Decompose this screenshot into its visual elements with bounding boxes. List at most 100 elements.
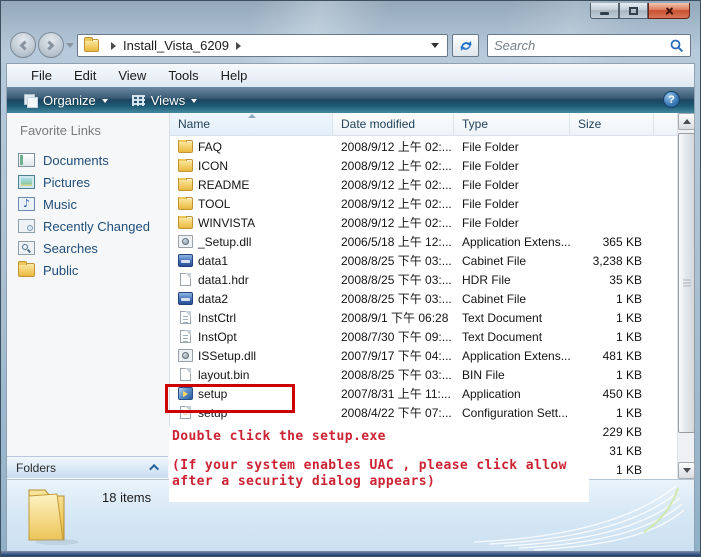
table-row[interactable]: README2008/9/12 上午 02:...File Folder xyxy=(170,175,677,194)
table-row[interactable]: _Setup.dll2006/5/18 上午 12:...Application… xyxy=(170,232,677,251)
scroll-up-button[interactable] xyxy=(678,113,695,130)
instruction-line: Double click the setup.exe xyxy=(172,429,589,445)
scroll-down-button[interactable] xyxy=(678,462,695,479)
type-cell: File Folder xyxy=(454,178,570,192)
file-name-cell: data1.hdr xyxy=(170,273,333,287)
chevron-down-icon xyxy=(102,99,108,103)
recently-changed-icon xyxy=(18,219,35,233)
date-modified-cell: 2007/9/17 下午 04:... xyxy=(333,347,454,364)
organize-button[interactable]: Organize xyxy=(15,90,117,111)
breadcrumb-arrow-icon[interactable] xyxy=(236,42,241,50)
instruction-line: (If your system enables UAC , please cli… xyxy=(172,458,589,474)
column-label: Date modified xyxy=(341,117,415,131)
address-dropdown-icon[interactable] xyxy=(431,43,439,48)
content-area: Favorite Links DocumentsPictures♪MusicRe… xyxy=(6,113,695,479)
type-cell: Cabinet File xyxy=(454,292,570,306)
address-bar[interactable]: Install_Vista_6209 xyxy=(77,34,448,57)
documents-icon xyxy=(18,153,35,167)
views-button[interactable]: Views xyxy=(123,90,206,111)
table-row[interactable]: InstCtrl2008/9/1 下午 06:28Text Document1 … xyxy=(170,308,677,327)
folders-bar[interactable]: Folders xyxy=(7,456,168,478)
sidebar-items: Documents Pictures♪MusicRecently ChangedS… xyxy=(7,149,169,281)
table-row[interactable]: data22008/8/25 下午 03:...Cabinet File1 KB xyxy=(170,289,677,308)
help-icon: ? xyxy=(668,94,675,106)
search-icon[interactable] xyxy=(670,39,684,53)
sidebar-item-music[interactable]: ♪Music xyxy=(7,193,169,215)
vertical-scrollbar[interactable] xyxy=(677,113,694,479)
breadcrumb[interactable]: Install_Vista_6209 xyxy=(123,38,229,53)
window-bottom-edge xyxy=(1,551,700,556)
chevron-down-icon xyxy=(191,99,197,103)
sidebar-item-label: Music xyxy=(43,197,77,212)
triangle-down-icon xyxy=(683,468,691,473)
file-name-cell: layout.bin xyxy=(170,368,333,382)
column-header-name[interactable]: Name xyxy=(170,113,333,135)
breadcrumb-arrow-icon[interactable] xyxy=(111,42,116,50)
sidebar-item-searches[interactable]: Searches xyxy=(7,237,169,259)
folders-label: Folders xyxy=(16,461,56,475)
file-name: ISSetup.dll xyxy=(198,349,256,363)
table-row[interactable]: TOOL2008/9/12 上午 02:...File Folder xyxy=(170,194,677,213)
file-name: data2 xyxy=(198,292,228,306)
maximize-button[interactable] xyxy=(619,3,648,19)
date-modified-cell: 2008/9/12 上午 02:... xyxy=(333,195,454,212)
page-icon xyxy=(180,273,191,286)
type-cell: HDR File xyxy=(454,273,570,287)
type-cell: File Folder xyxy=(454,197,570,211)
pictures-icon xyxy=(18,175,35,189)
type-cell: Application Extens... xyxy=(454,235,570,249)
table-row[interactable]: FAQ2008/9/12 上午 02:...File Folder xyxy=(170,137,677,156)
sidebar-item-label: Documents xyxy=(43,153,109,168)
refresh-button[interactable] xyxy=(452,34,479,57)
sidebar-item-recently-changed[interactable]: Recently Changed xyxy=(7,215,169,237)
navigation-bar: Install_Vista_6209 Search xyxy=(1,29,700,63)
searches-icon xyxy=(18,241,35,255)
table-row[interactable]: ISSetup.dll2007/9/17 下午 04:...Applicatio… xyxy=(170,346,677,365)
table-row[interactable]: layout.bin2008/8/25 下午 03:...BIN File1 K… xyxy=(170,365,677,384)
file-name-cell: _Setup.dll xyxy=(170,235,333,249)
table-row[interactable]: data1.hdr2008/8/25 下午 03:...HDR File35 K… xyxy=(170,270,677,289)
date-modified-cell: 2008/9/12 上午 02:... xyxy=(333,214,454,231)
column-header-size[interactable]: Size xyxy=(570,113,654,135)
table-row[interactable]: InstOpt2008/7/30 下午 09:...Text Document1… xyxy=(170,327,677,346)
column-label: Size xyxy=(578,117,601,131)
date-modified-cell: 2008/8/25 下午 03:... xyxy=(333,271,454,288)
recent-pages-dropdown-icon[interactable] xyxy=(66,43,74,48)
file-name: README xyxy=(198,178,249,192)
type-cell: File Folder xyxy=(454,159,570,173)
menu-view[interactable]: View xyxy=(107,66,157,85)
size-cell: 1 KB xyxy=(570,292,654,306)
search-placeholder: Search xyxy=(494,38,670,53)
forward-button[interactable] xyxy=(38,32,64,58)
sidebar-item-label: Public xyxy=(43,263,78,278)
menu-file[interactable]: File xyxy=(20,66,63,85)
title-bar[interactable] xyxy=(1,1,700,29)
table-row[interactable]: WINVISTA2008/9/12 上午 02:...File Folder xyxy=(170,213,677,232)
sidebar-item-public[interactable]: Public xyxy=(7,259,169,281)
close-icon xyxy=(664,5,675,16)
column-header-date-modified[interactable]: Date modified xyxy=(333,113,454,135)
page-icon xyxy=(180,368,191,381)
file-name-cell: data2 xyxy=(170,292,333,306)
back-button[interactable] xyxy=(10,32,36,58)
help-button[interactable]: ? xyxy=(663,91,680,108)
sidebar-item-pictures[interactable]: Pictures xyxy=(7,171,169,193)
column-header-filler xyxy=(654,113,677,135)
file-name-cell: README xyxy=(170,178,333,192)
search-input[interactable]: Search xyxy=(487,34,691,57)
public-icon xyxy=(18,263,35,277)
file-name: layout.bin xyxy=(198,368,249,382)
menu-edit[interactable]: Edit xyxy=(63,66,107,85)
sidebar-item-documents[interactable]: Documents xyxy=(7,149,169,171)
column-header-type[interactable]: Type xyxy=(454,113,570,135)
minimize-button[interactable] xyxy=(590,3,619,19)
folder-icon xyxy=(84,39,99,52)
scrollbar-thumb[interactable] xyxy=(678,133,695,433)
menu-tools[interactable]: Tools xyxy=(157,66,209,85)
table-row[interactable]: data12008/8/25 下午 03:...Cabinet File3,23… xyxy=(170,251,677,270)
type-cell: Application xyxy=(454,387,570,401)
close-button[interactable] xyxy=(648,3,690,19)
file-name: InstOpt xyxy=(198,330,237,344)
table-row[interactable]: ICON2008/9/12 上午 02:...File Folder xyxy=(170,156,677,175)
menu-help[interactable]: Help xyxy=(210,66,259,85)
